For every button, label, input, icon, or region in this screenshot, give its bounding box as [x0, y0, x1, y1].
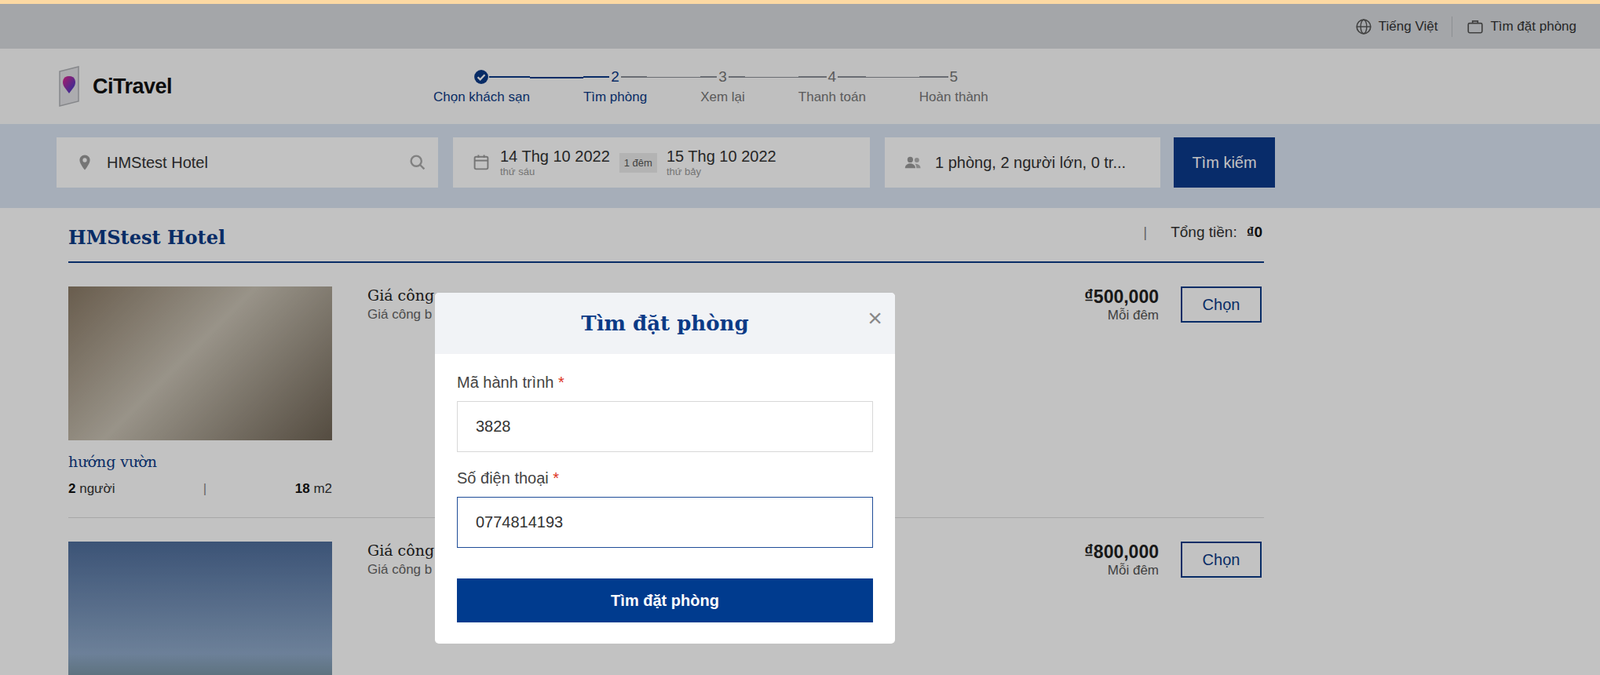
- text-input[interactable]: [456, 496, 874, 548]
- find-booking-modal: Tìm đặt phòng × Mã hành trình * Số điện tho…: [434, 292, 895, 644]
- modal-backdrop[interactable]: Tìm đặt phòng × Mã hành trình * Số điện tho…: [0, 0, 1600, 675]
- form-field: Số điện thoại *: [456, 469, 874, 548]
- top-strip: [0, 0, 1600, 4]
- text-input[interactable]: [456, 401, 874, 453]
- field-label: Mã hành trình *: [456, 373, 874, 392]
- field-label: Số điện thoại *: [456, 469, 874, 488]
- close-button[interactable]: ×: [867, 305, 883, 331]
- form-field: Mã hành trình *: [456, 373, 874, 453]
- modal-title: Tìm đặt phòng: [580, 311, 749, 336]
- submit-button[interactable]: Tìm đặt phòng: [456, 578, 874, 623]
- booking-page: Tiếng ViệtTìm đặt phòngCiTravelChọn khác…: [0, 0, 1600, 675]
- modal-header: Tìm đặt phòng ×: [434, 292, 895, 355]
